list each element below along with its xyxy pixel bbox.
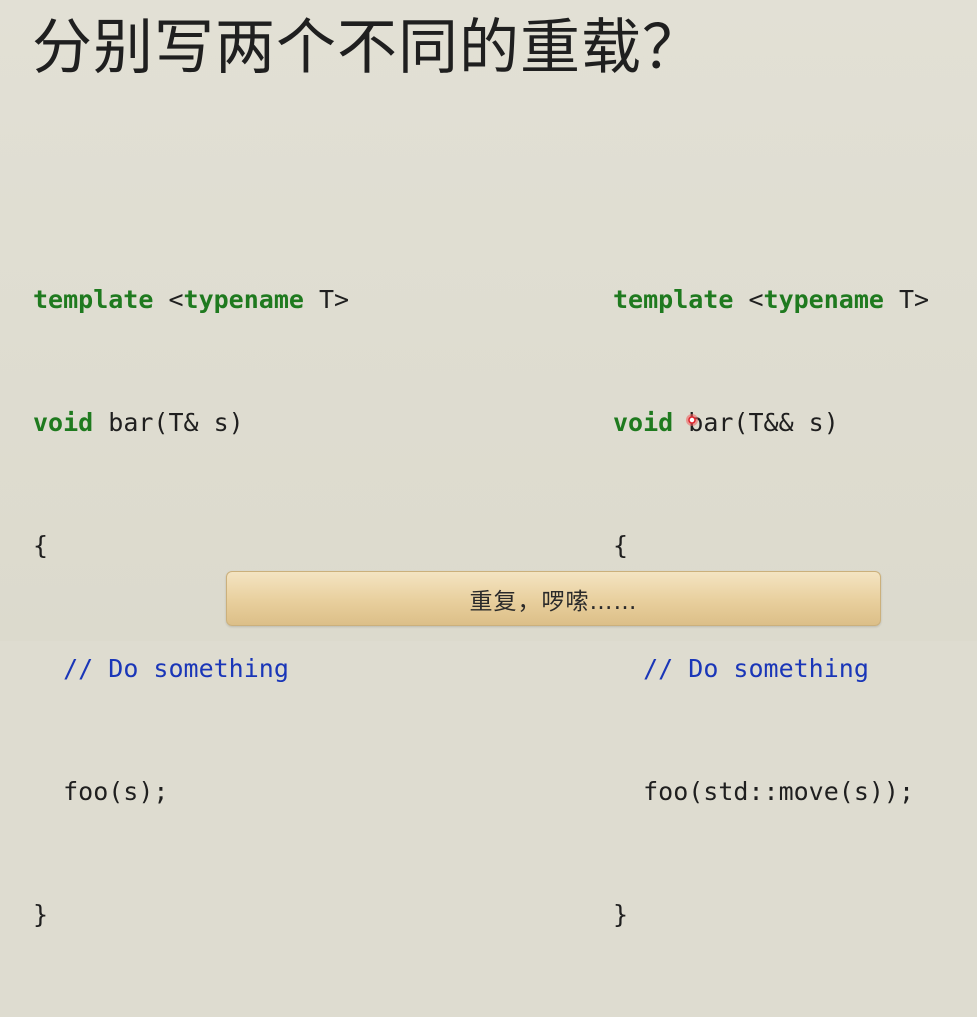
code-line-comment: // Do something [33,648,349,689]
code-text: < [153,285,184,314]
code-line-open-brace: { [33,531,49,560]
keyword-template: template [33,285,154,314]
code-text: T> [303,285,350,314]
note-banner-text: 重复，啰嗦…… [469,588,638,615]
code-text: < [733,285,764,314]
keyword-template: template [613,285,734,314]
code-text: T> [883,285,930,314]
code-text: bar(T&& s) [673,408,839,437]
keyword-void: void [613,408,674,437]
code-line-comment: // Do something [613,648,929,689]
code-line-template: template <typename T> [613,279,929,320]
note-banner: 重复，啰嗦…… [226,571,881,626]
code-line-open-brace: { [613,531,629,560]
slide-title: 分别写两个不同的重载？ [32,13,703,83]
code-line-close-brace: } [613,900,629,929]
keyword-void: void [33,408,94,437]
laser-pointer-icon [686,414,698,426]
keyword-typename: typename [763,285,884,314]
code-line-template: template <typename T> [33,279,349,320]
code-line-close-brace: } [33,900,49,929]
code-comment: // Do something [63,654,289,683]
code-line-call: foo(std::move(s)); [613,777,915,806]
slide: 分别写两个不同的重载？ template <typename T> void b… [0,0,977,929]
code-comment: // Do something [643,654,869,683]
keyword-typename: typename [183,285,304,314]
code-line-call: foo(s); [33,777,169,806]
code-text: bar(T& s) [93,408,244,437]
code-line-signature: void bar(T& s) [33,402,349,443]
code-line-signature: void bar(T&& s) [613,402,929,443]
